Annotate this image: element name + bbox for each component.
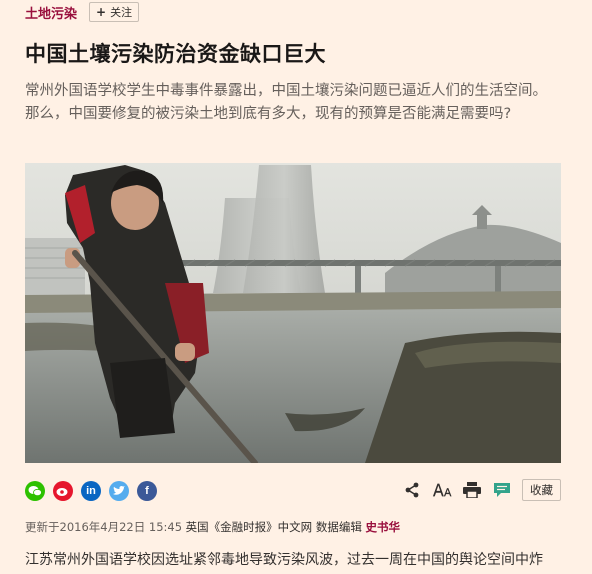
favorite-button[interactable]: 收藏: [522, 479, 561, 501]
font-size-icon[interactable]: [432, 480, 452, 500]
comment-icon[interactable]: [492, 480, 512, 500]
weibo-icon[interactable]: [53, 481, 73, 501]
share-icon[interactable]: [402, 480, 422, 500]
updated-time: 更新于2016年4月22日 15:45: [25, 520, 183, 534]
topic-row: 土地污染 + 关注: [25, 2, 140, 22]
author-link[interactable]: 史书华: [365, 520, 400, 534]
topic-link[interactable]: 土地污染: [25, 3, 77, 22]
print-icon[interactable]: [462, 480, 482, 500]
plus-icon: +: [96, 5, 107, 19]
byline: 更新于2016年4月22日 15:45 英国《金融时报》中文网 数据编辑 史书华: [25, 519, 400, 535]
follow-label: 关注: [110, 6, 133, 19]
byline-role: 数据编辑: [315, 520, 362, 534]
polluted-river-photo: [25, 163, 561, 463]
wechat-icon[interactable]: [25, 481, 45, 501]
linkedin-icon[interactable]: in: [81, 481, 101, 501]
article-standfirst: 常州外国语学校学生中毒事件暴露出，中国土壤污染问题已逼近人们的生活空间。那么，中…: [25, 83, 547, 122]
social-share-icons: in f: [25, 481, 157, 501]
hero-image: [25, 163, 561, 463]
twitter-icon[interactable]: [109, 481, 129, 501]
facebook-icon[interactable]: f: [137, 481, 157, 501]
share-bar: in f 收藏: [25, 478, 561, 504]
follow-button[interactable]: + 关注: [89, 2, 140, 22]
article-tools: 收藏: [402, 479, 561, 501]
article-headline: 中国土壤污染防治资金缺口巨大: [25, 42, 326, 66]
article-body-first-line: 江苏常州外国语学校因选址紧邻毒地导致污染风波，过去一周在中国的舆论空间中炸: [25, 552, 543, 568]
byline-source: 英国《金融时报》中文网: [185, 520, 313, 534]
